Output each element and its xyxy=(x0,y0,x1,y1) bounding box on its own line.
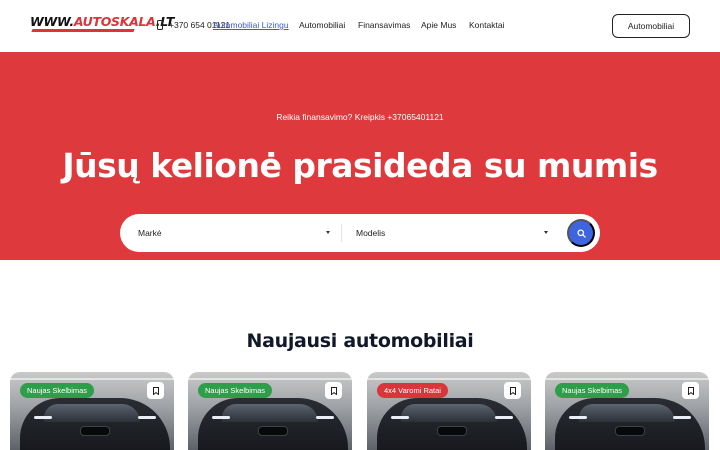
car-headlight xyxy=(391,416,409,419)
nav-kontaktai[interactable]: Kontaktai xyxy=(469,20,504,30)
car-headlight xyxy=(34,416,52,419)
bookmark-button[interactable] xyxy=(325,382,342,399)
logo-wordmark: WWW.AUTOSKALA.LT xyxy=(30,14,174,29)
car-card[interactable]: Naujas Skelbimas xyxy=(545,372,709,450)
bookmark-button[interactable] xyxy=(504,382,521,399)
showroom-light xyxy=(545,378,709,380)
hero-subtitle: Reikia finansavimo? Kreipkis +3706540112… xyxy=(276,112,444,122)
bookmark-icon xyxy=(152,386,159,395)
car-windshield xyxy=(401,404,497,422)
showroom-light xyxy=(367,378,531,380)
card-badge: Naujas Skelbimas xyxy=(20,383,95,398)
car-grille xyxy=(258,426,288,436)
automobiliai-button[interactable]: Automobiliai xyxy=(612,14,690,38)
bookmark-button[interactable] xyxy=(682,382,699,399)
latest-cars-heading: Naujausi automobiliai xyxy=(246,330,474,352)
search-button[interactable] xyxy=(567,219,595,247)
nav-automobiliai-lizingu[interactable]: Automobiliai Lizingu xyxy=(213,20,289,30)
logo-prefix: WWW. xyxy=(30,14,74,29)
card-badge: 4x4 Varomi Ratai xyxy=(377,383,448,398)
logo-brand: AUTOSKALA xyxy=(73,14,156,29)
car-grille xyxy=(80,426,110,436)
hero-banner: Reikia finansavimo? Kreipkis +3706540112… xyxy=(0,52,720,260)
nav-apie-mus[interactable]: Apie Mus xyxy=(421,20,456,30)
car-headlight xyxy=(673,416,691,419)
car-headlight xyxy=(495,416,513,419)
car-grille xyxy=(437,426,467,436)
model-select[interactable]: Modelis xyxy=(356,214,548,252)
showroom-light xyxy=(10,378,174,380)
logo-underline xyxy=(31,29,135,32)
hero-title: Jūsų kelionė prasideda su mumis xyxy=(62,146,658,185)
model-select-value: Modelis xyxy=(356,228,386,238)
car-headlight xyxy=(569,416,587,419)
bookmark-icon xyxy=(687,386,694,395)
search-icon xyxy=(576,228,586,238)
car-windshield xyxy=(44,404,140,422)
make-select[interactable]: Markė xyxy=(138,214,330,252)
nav-automobiliai[interactable]: Automobiliai xyxy=(299,20,345,30)
showroom-light xyxy=(188,378,352,380)
car-windshield xyxy=(579,404,675,422)
car-grille xyxy=(615,426,645,436)
card-badge: Naujas Skelbimas xyxy=(198,383,273,398)
car-headlight xyxy=(212,416,230,419)
make-select-value: Markė xyxy=(138,228,162,238)
car-headlight xyxy=(316,416,334,419)
car-search-bar: Markė Modelis xyxy=(120,214,600,252)
bookmark-icon xyxy=(330,386,337,395)
chevron-down-icon xyxy=(544,231,548,234)
car-windshield xyxy=(222,404,318,422)
car-card[interactable]: 4x4 Varomi Ratai xyxy=(367,372,531,450)
car-card[interactable]: Naujas Skelbimas xyxy=(10,372,174,450)
car-headlight xyxy=(138,416,156,419)
card-badge: Naujas Skelbimas xyxy=(555,383,630,398)
phone-icon xyxy=(157,20,163,30)
car-card[interactable]: Naujas Skelbimas xyxy=(188,372,352,450)
chevron-down-icon xyxy=(326,231,330,234)
search-divider xyxy=(341,224,342,242)
bookmark-button[interactable] xyxy=(147,382,164,399)
nav-finansavimas[interactable]: Finansavimas xyxy=(358,20,410,30)
site-header: WWW.AUTOSKALA.LT +370 654 01121 Automobi… xyxy=(0,0,720,52)
bookmark-icon xyxy=(509,386,516,395)
site-logo[interactable]: WWW.AUTOSKALA.LT xyxy=(30,14,174,34)
